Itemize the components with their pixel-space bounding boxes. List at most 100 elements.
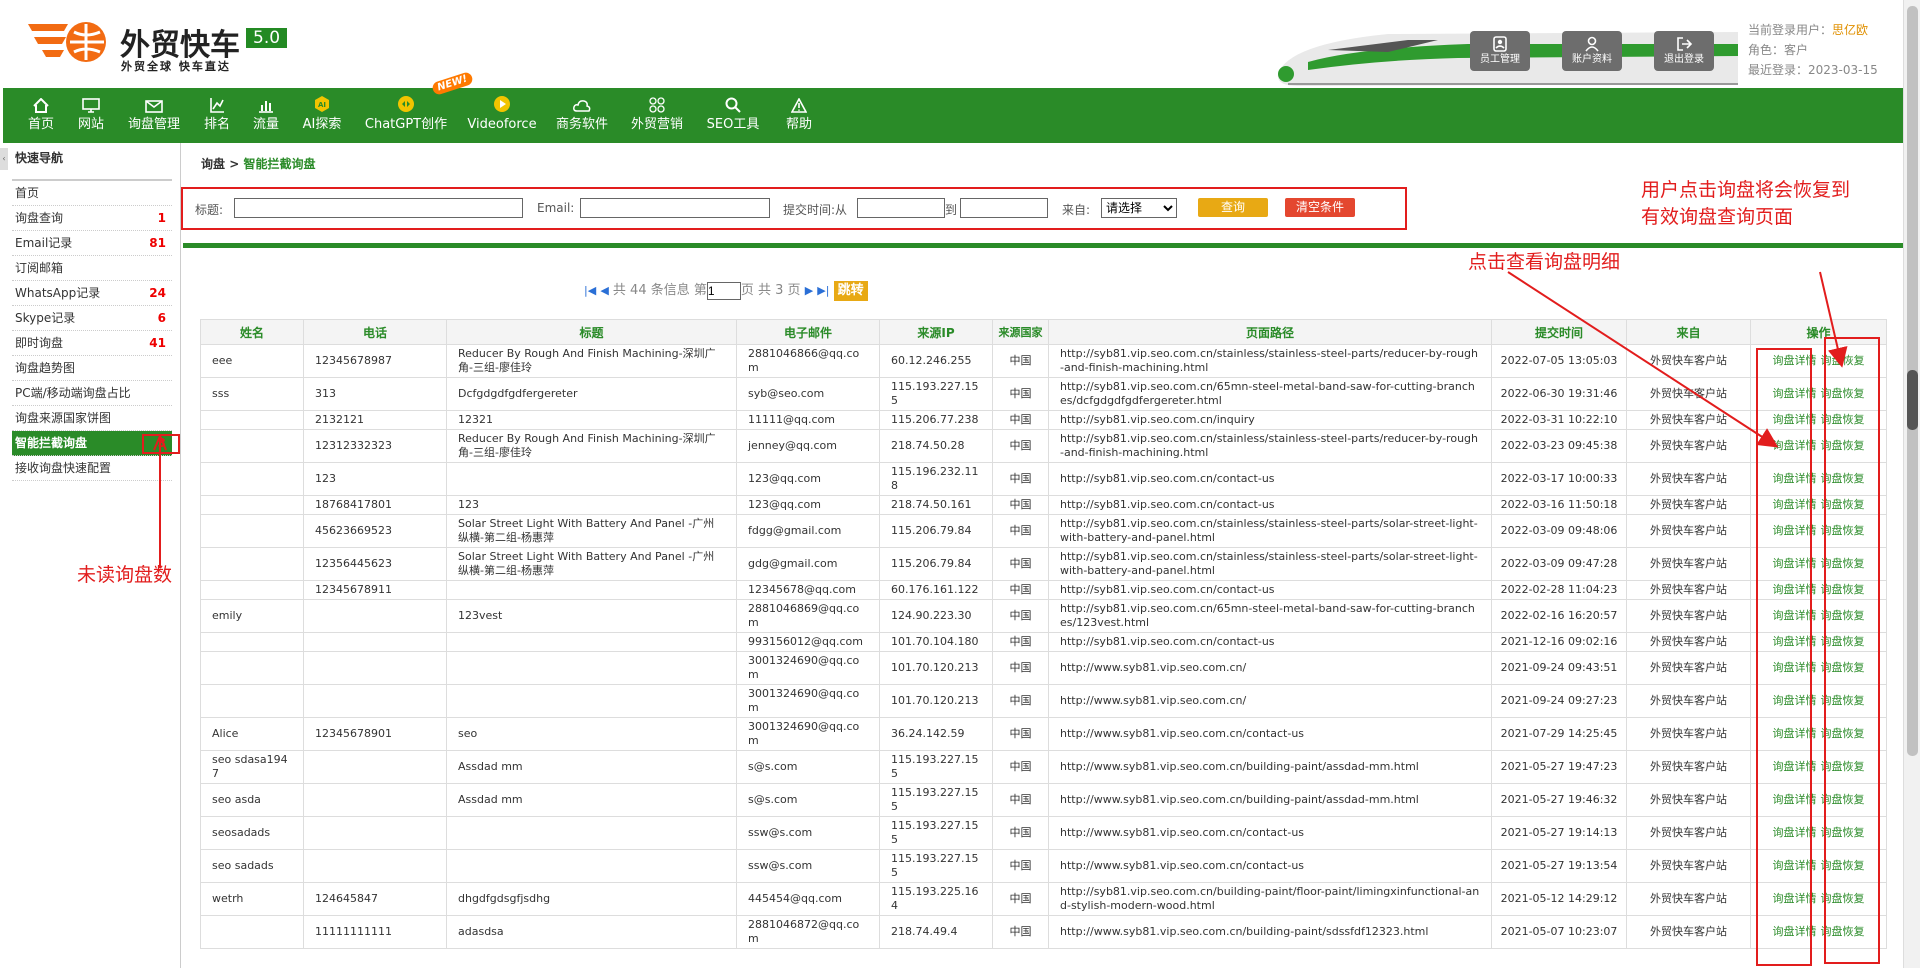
- sidebar-title: 快速导航: [15, 151, 64, 165]
- cell-title: Assdad mm: [446, 783, 737, 817]
- first-page-icon[interactable]: |◀: [584, 284, 596, 297]
- cell-name: [200, 429, 304, 463]
- sidebar-item-skype-records[interactable]: Skype记录 6: [12, 306, 172, 331]
- sidebar-item-label: PC端/移动端询盘占比: [15, 386, 131, 400]
- cell-name: [200, 651, 304, 685]
- column-header: 来源IP: [879, 319, 993, 345]
- next-page-icon[interactable]: ▶: [805, 284, 813, 297]
- cell-source: 外贸快车客户站: [1626, 651, 1751, 685]
- nav-item-business-software[interactable]: 商务软件: [551, 88, 613, 143]
- table-row: emily 123vest 2881046869@qq.com 124.90.223.…: [200, 599, 1887, 633]
- cell-phone: [303, 750, 447, 784]
- scrollbar-handle[interactable]: [1907, 370, 1918, 430]
- breadcrumb-separator: >: [225, 157, 244, 171]
- cell-time: 2021-05-07 10:23:07: [1491, 915, 1627, 949]
- sidebar-item-label: 订阅邮箱: [15, 261, 64, 275]
- nav-item-inquiry-management[interactable]: 询盘管理: [121, 88, 187, 143]
- nav-item-help[interactable]: 帮助: [778, 88, 820, 143]
- count-badge: 1: [157, 211, 166, 225]
- cell-name: [200, 632, 304, 652]
- cell-phone: 2132121: [303, 410, 447, 430]
- sidebar-item-label: 接收询盘快速配置: [15, 461, 112, 475]
- breadcrumb-parent[interactable]: 询盘: [201, 157, 225, 171]
- nav-item-videoforce[interactable]: Videoforce: [464, 88, 540, 143]
- logout-label: 退出登录: [1664, 54, 1704, 65]
- staff-management-button[interactable]: 员工管理: [1470, 31, 1530, 71]
- cell-phone: 12312332323: [303, 429, 447, 463]
- sidebar-collapse-toggle[interactable]: ‹: [0, 148, 8, 170]
- cell-source: 外贸快车客户站: [1626, 849, 1751, 883]
- nav-item-website[interactable]: 网站: [69, 88, 113, 143]
- nav-label: 外贸营销: [630, 117, 683, 132]
- pagination: |◀ ◀ 共 44 条信息 第 页 共 3 页 ▶ ▶| 跳转: [584, 280, 868, 302]
- monitor-icon: [69, 88, 113, 115]
- nav-label: 网站: [77, 117, 104, 132]
- cell-email: gdg@gmail.com: [736, 547, 880, 581]
- account-profile-button[interactable]: 账户资料: [1562, 31, 1622, 71]
- nav-item-ranking[interactable]: 排名: [197, 88, 237, 143]
- table-row: 11111111111 adasdsa 2881046872@qq.com 218.7…: [200, 915, 1887, 949]
- inquiry-table: 姓名 电话 标题 电子邮件 来源IP 来源国家 页面路径 提交时间 来自 操作 …: [200, 319, 1887, 949]
- main-navigation: 首页 网站 询盘管理 排名 流量 AI AI探索 ChatGPT创作 Video: [3, 88, 1903, 143]
- cell-country: 中国: [992, 684, 1049, 718]
- last-page-icon[interactable]: ▶|: [817, 284, 829, 297]
- sidebar-item-home[interactable]: 首页: [12, 181, 172, 206]
- pager-prefix: 共 44 条信息 第: [612, 283, 707, 298]
- cell-ip: 218.74.50.161: [879, 495, 993, 515]
- cell-title: dhgdfgdsgfjsdhg: [446, 882, 737, 916]
- cell-title: 12321: [446, 410, 737, 430]
- page-scrollbar[interactable]: [1903, 0, 1920, 968]
- cell-path: http://www.syb81.vip.seo.com.cn/building…: [1048, 783, 1492, 817]
- nav-item-ai-explore[interactable]: AI AI探索: [298, 88, 346, 143]
- page-number-input[interactable]: [706, 281, 741, 300]
- sidebar-item-receive-config[interactable]: 接收询盘快速配置: [12, 456, 172, 481]
- cell-country: 中国: [992, 816, 1049, 850]
- cell-ip: 115.206.79.84: [879, 514, 993, 548]
- sidebar-item-inquiry-trend[interactable]: 询盘趋势图: [12, 356, 172, 381]
- table-row: 12345678911 12345678@qq.com 60.176.161.122…: [200, 580, 1887, 600]
- sidebar-item-subscribed-emails[interactable]: 订阅邮箱: [12, 256, 172, 281]
- nav-item-foreign-trade-marketing[interactable]: 外贸营销: [625, 88, 689, 143]
- cell-ip: 124.90.223.30: [879, 599, 993, 633]
- cell-name: [200, 462, 304, 496]
- cell-source: 外贸快车客户站: [1626, 462, 1751, 496]
- divider: [183, 243, 1903, 248]
- cell-ip: 115.193.227.155: [879, 377, 993, 411]
- sidebar-item-instant-inquiry[interactable]: 即时询盘 41: [12, 331, 172, 356]
- cell-email: ssw@s.com: [736, 849, 880, 883]
- nav-item-traffic[interactable]: 流量: [246, 88, 286, 143]
- cell-source: 外贸快车客户站: [1626, 915, 1751, 949]
- cell-email: s@s.com: [736, 750, 880, 784]
- sidebar-item-whatsapp-records[interactable]: WhatsApp记录 24: [12, 281, 172, 306]
- sidebar-item-country-pie[interactable]: 询盘来源国家饼图: [12, 406, 172, 431]
- cell-time: 2021-05-12 14:29:12: [1491, 882, 1627, 916]
- nav-item-seo-tools[interactable]: SEO工具: [703, 88, 763, 143]
- cell-source: 外贸快车客户站: [1626, 344, 1751, 378]
- sidebar-item-device-ratio[interactable]: PC端/移动端询盘占比: [12, 381, 172, 406]
- cell-name: [200, 580, 304, 600]
- sidebar-item-inquiry-search[interactable]: 询盘查询 1: [12, 206, 172, 231]
- cell-path: http://www.syb81.vip.seo.com.cn/: [1048, 684, 1492, 718]
- logo-icon: [28, 22, 106, 62]
- table-body: eee 12345678987 Reducer By Rough And Finis…: [200, 344, 1887, 949]
- top-header: 外贸快车 外贸全球 快车直达 5.0 员工管理 账户资料 退出登录 当前登录用户…: [0, 0, 1903, 88]
- cell-name: Alice: [200, 717, 304, 751]
- cell-source: 外贸快车客户站: [1626, 580, 1751, 600]
- cell-country: 中国: [992, 599, 1049, 633]
- table-row: wetrh 124645847 dhgdfgdsgfjsdhg 445454@qq.c…: [200, 882, 1887, 916]
- cell-phone: 12345678911: [303, 580, 447, 600]
- nav-label: ChatGPT创作: [364, 117, 448, 132]
- nav-item-chatgpt[interactable]: ChatGPT创作: [362, 88, 450, 143]
- logout-button[interactable]: 退出登录: [1654, 31, 1714, 71]
- sidebar-item-label: Skype记录: [15, 311, 76, 325]
- jump-button[interactable]: 跳转: [833, 280, 868, 301]
- cell-title: Reducer By Rough And Finish Machining-深圳…: [446, 429, 737, 463]
- sidebar-item-email-records[interactable]: Email记录 81: [12, 231, 172, 256]
- cell-email: 993156012@qq.com: [736, 632, 880, 652]
- cell-name: sss: [200, 377, 304, 411]
- cell-phone: [303, 684, 447, 718]
- prev-page-icon[interactable]: ◀: [600, 284, 608, 297]
- cell-country: 中国: [992, 849, 1049, 883]
- nav-item-home[interactable]: 首页: [19, 88, 63, 143]
- table-row: 12312332323 Reducer By Rough And Finish M…: [200, 429, 1887, 463]
